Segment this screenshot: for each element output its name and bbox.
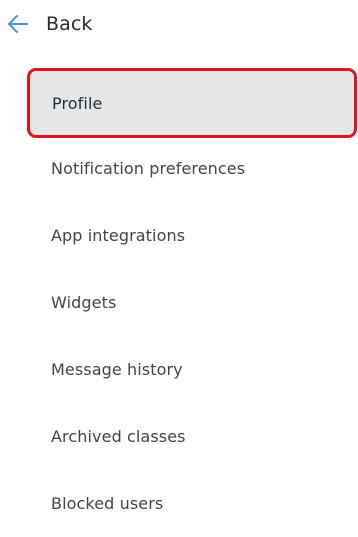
back-label: Back: [46, 13, 93, 35]
menu-item-notification-preferences[interactable]: Notification preferences: [27, 135, 357, 202]
settings-menu: Profile Notification preferences App int…: [27, 68, 357, 537]
menu-item-widgets[interactable]: Widgets: [27, 269, 357, 336]
menu-item-archived-classes[interactable]: Archived classes: [27, 403, 357, 470]
menu-item-label: Widgets: [51, 293, 117, 312]
back-button[interactable]: Back: [7, 9, 93, 39]
arrow-left-icon: [7, 13, 29, 35]
menu-item-profile[interactable]: Profile: [27, 68, 357, 138]
menu-item-label: App integrations: [51, 226, 186, 245]
menu-item-label: Notification preferences: [51, 159, 246, 178]
menu-item-app-integrations[interactable]: App integrations: [27, 202, 357, 269]
menu-item-message-history[interactable]: Message history: [27, 336, 357, 403]
menu-item-label: Message history: [51, 360, 183, 379]
menu-item-label: Profile: [52, 93, 103, 113]
menu-item-blocked-users[interactable]: Blocked users: [27, 470, 357, 537]
menu-item-label: Archived classes: [51, 427, 186, 446]
menu-item-label: Blocked users: [51, 494, 164, 513]
